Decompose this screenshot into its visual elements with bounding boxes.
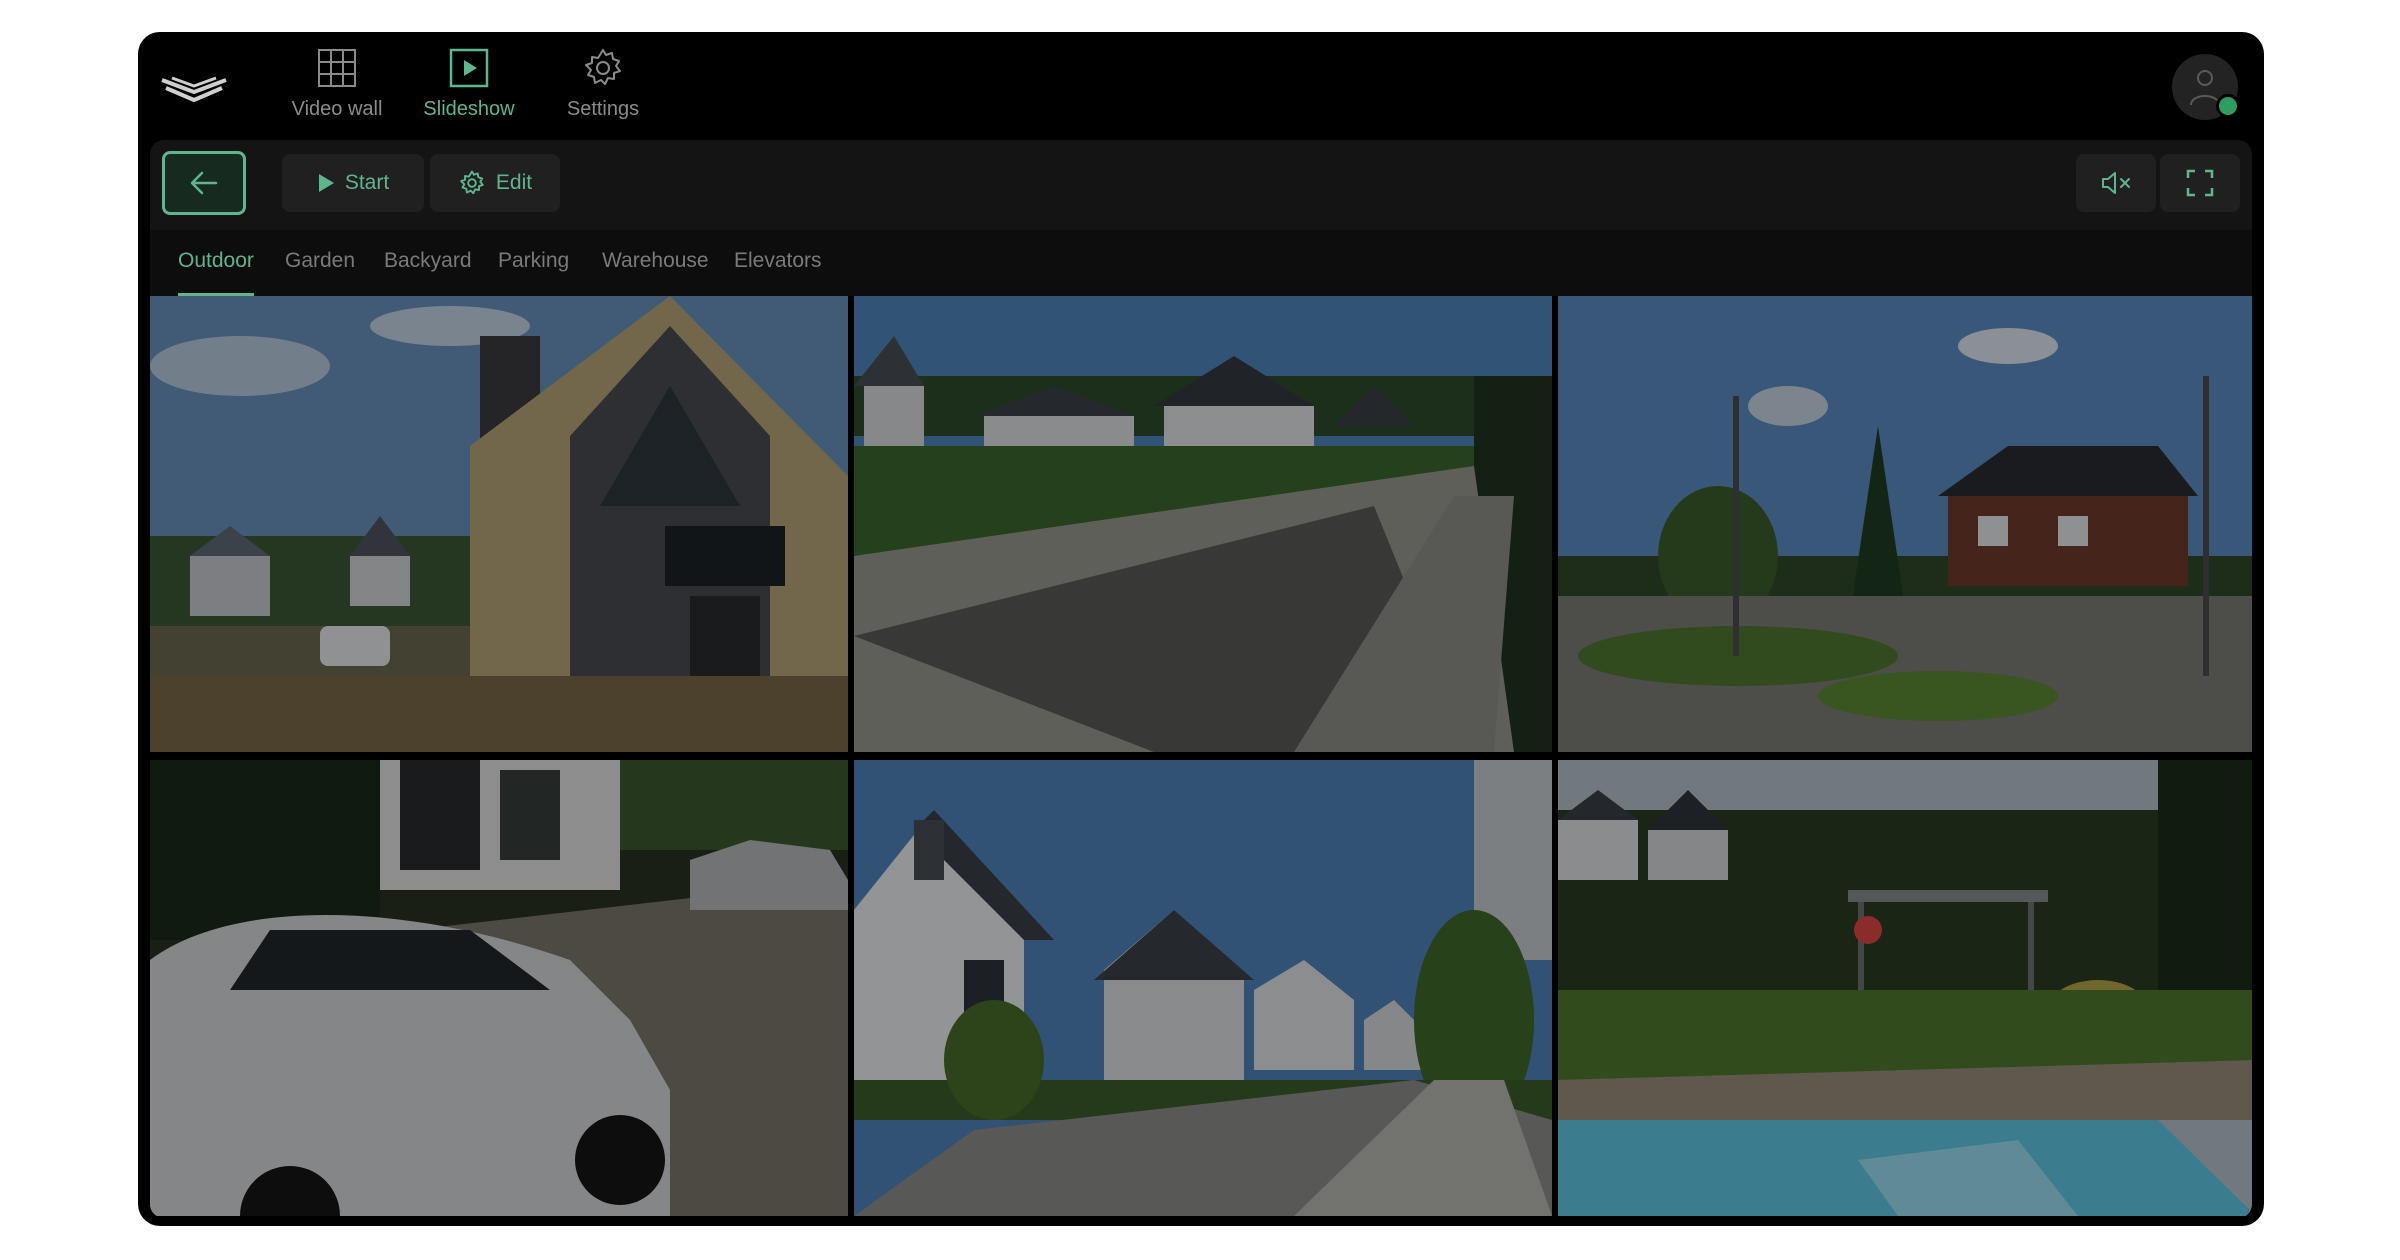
nav-settings-label: Settings: [566, 98, 640, 120]
tab-backyard[interactable]: Backyard: [384, 230, 472, 296]
fullscreen-button[interactable]: [2160, 154, 2240, 212]
user-avatar[interactable]: [2172, 54, 2240, 120]
mute-button[interactable]: [2076, 154, 2156, 212]
camera-image: [150, 296, 848, 752]
tab-outdoor[interactable]: Outdoor: [178, 230, 254, 296]
volume-mute-icon: [2102, 172, 2130, 194]
camera-image: [150, 760, 848, 1216]
brand-logo: [161, 76, 227, 102]
online-status-dot: [2216, 94, 2240, 118]
toolbar: Start Edit: [150, 140, 2252, 230]
nav-video-wall-label: Video wall: [291, 98, 383, 120]
camera-feed-1[interactable]: [150, 296, 848, 752]
gear-icon: [460, 170, 484, 195]
back-button[interactable]: [162, 151, 246, 215]
camera-image: [1558, 760, 2252, 1216]
nav-slideshow[interactable]: Slideshow: [404, 46, 534, 136]
camera-image: [854, 296, 1552, 752]
gear-icon: [585, 49, 621, 85]
tab-garden[interactable]: Garden: [285, 230, 355, 296]
play-icon: [318, 174, 334, 192]
camera-feed-5[interactable]: [854, 760, 1552, 1216]
nav-settings[interactable]: Settings: [538, 46, 668, 136]
grid-icon: [318, 49, 356, 87]
start-button-label: Start: [344, 171, 390, 194]
app-window: Video wall Slideshow Settings Start Edit…: [138, 32, 2264, 1226]
edit-button-label: Edit: [495, 171, 533, 194]
fullscreen-icon: [2186, 169, 2214, 197]
slideshow-panel: Start Edit Outdoor Garden Backyard Parki…: [150, 140, 2252, 1218]
camera-image: [854, 760, 1552, 1216]
camera-feed-4[interactable]: [150, 760, 848, 1216]
camera-group-tabs: Outdoor Garden Backyard Parking Warehous…: [150, 230, 2252, 296]
arrow-left-icon: [190, 171, 218, 195]
tab-parking[interactable]: Parking: [498, 230, 569, 296]
camera-feed-3[interactable]: [1558, 296, 2252, 752]
tab-warehouse[interactable]: Warehouse: [602, 230, 709, 296]
camera-feed-2[interactable]: [854, 296, 1552, 752]
top-bar: Video wall Slideshow Settings: [138, 32, 2264, 140]
nav-slideshow-label: Slideshow: [423, 98, 515, 120]
camera-grid: [150, 296, 2252, 1218]
edit-button[interactable]: Edit: [430, 154, 560, 212]
camera-image: [1558, 296, 2252, 752]
camera-feed-6[interactable]: [1558, 760, 2252, 1216]
play-square-icon: [449, 48, 489, 88]
start-button[interactable]: Start: [282, 154, 424, 212]
nav-video-wall[interactable]: Video wall: [272, 46, 402, 136]
tab-elevators[interactable]: Elevators: [734, 230, 822, 296]
